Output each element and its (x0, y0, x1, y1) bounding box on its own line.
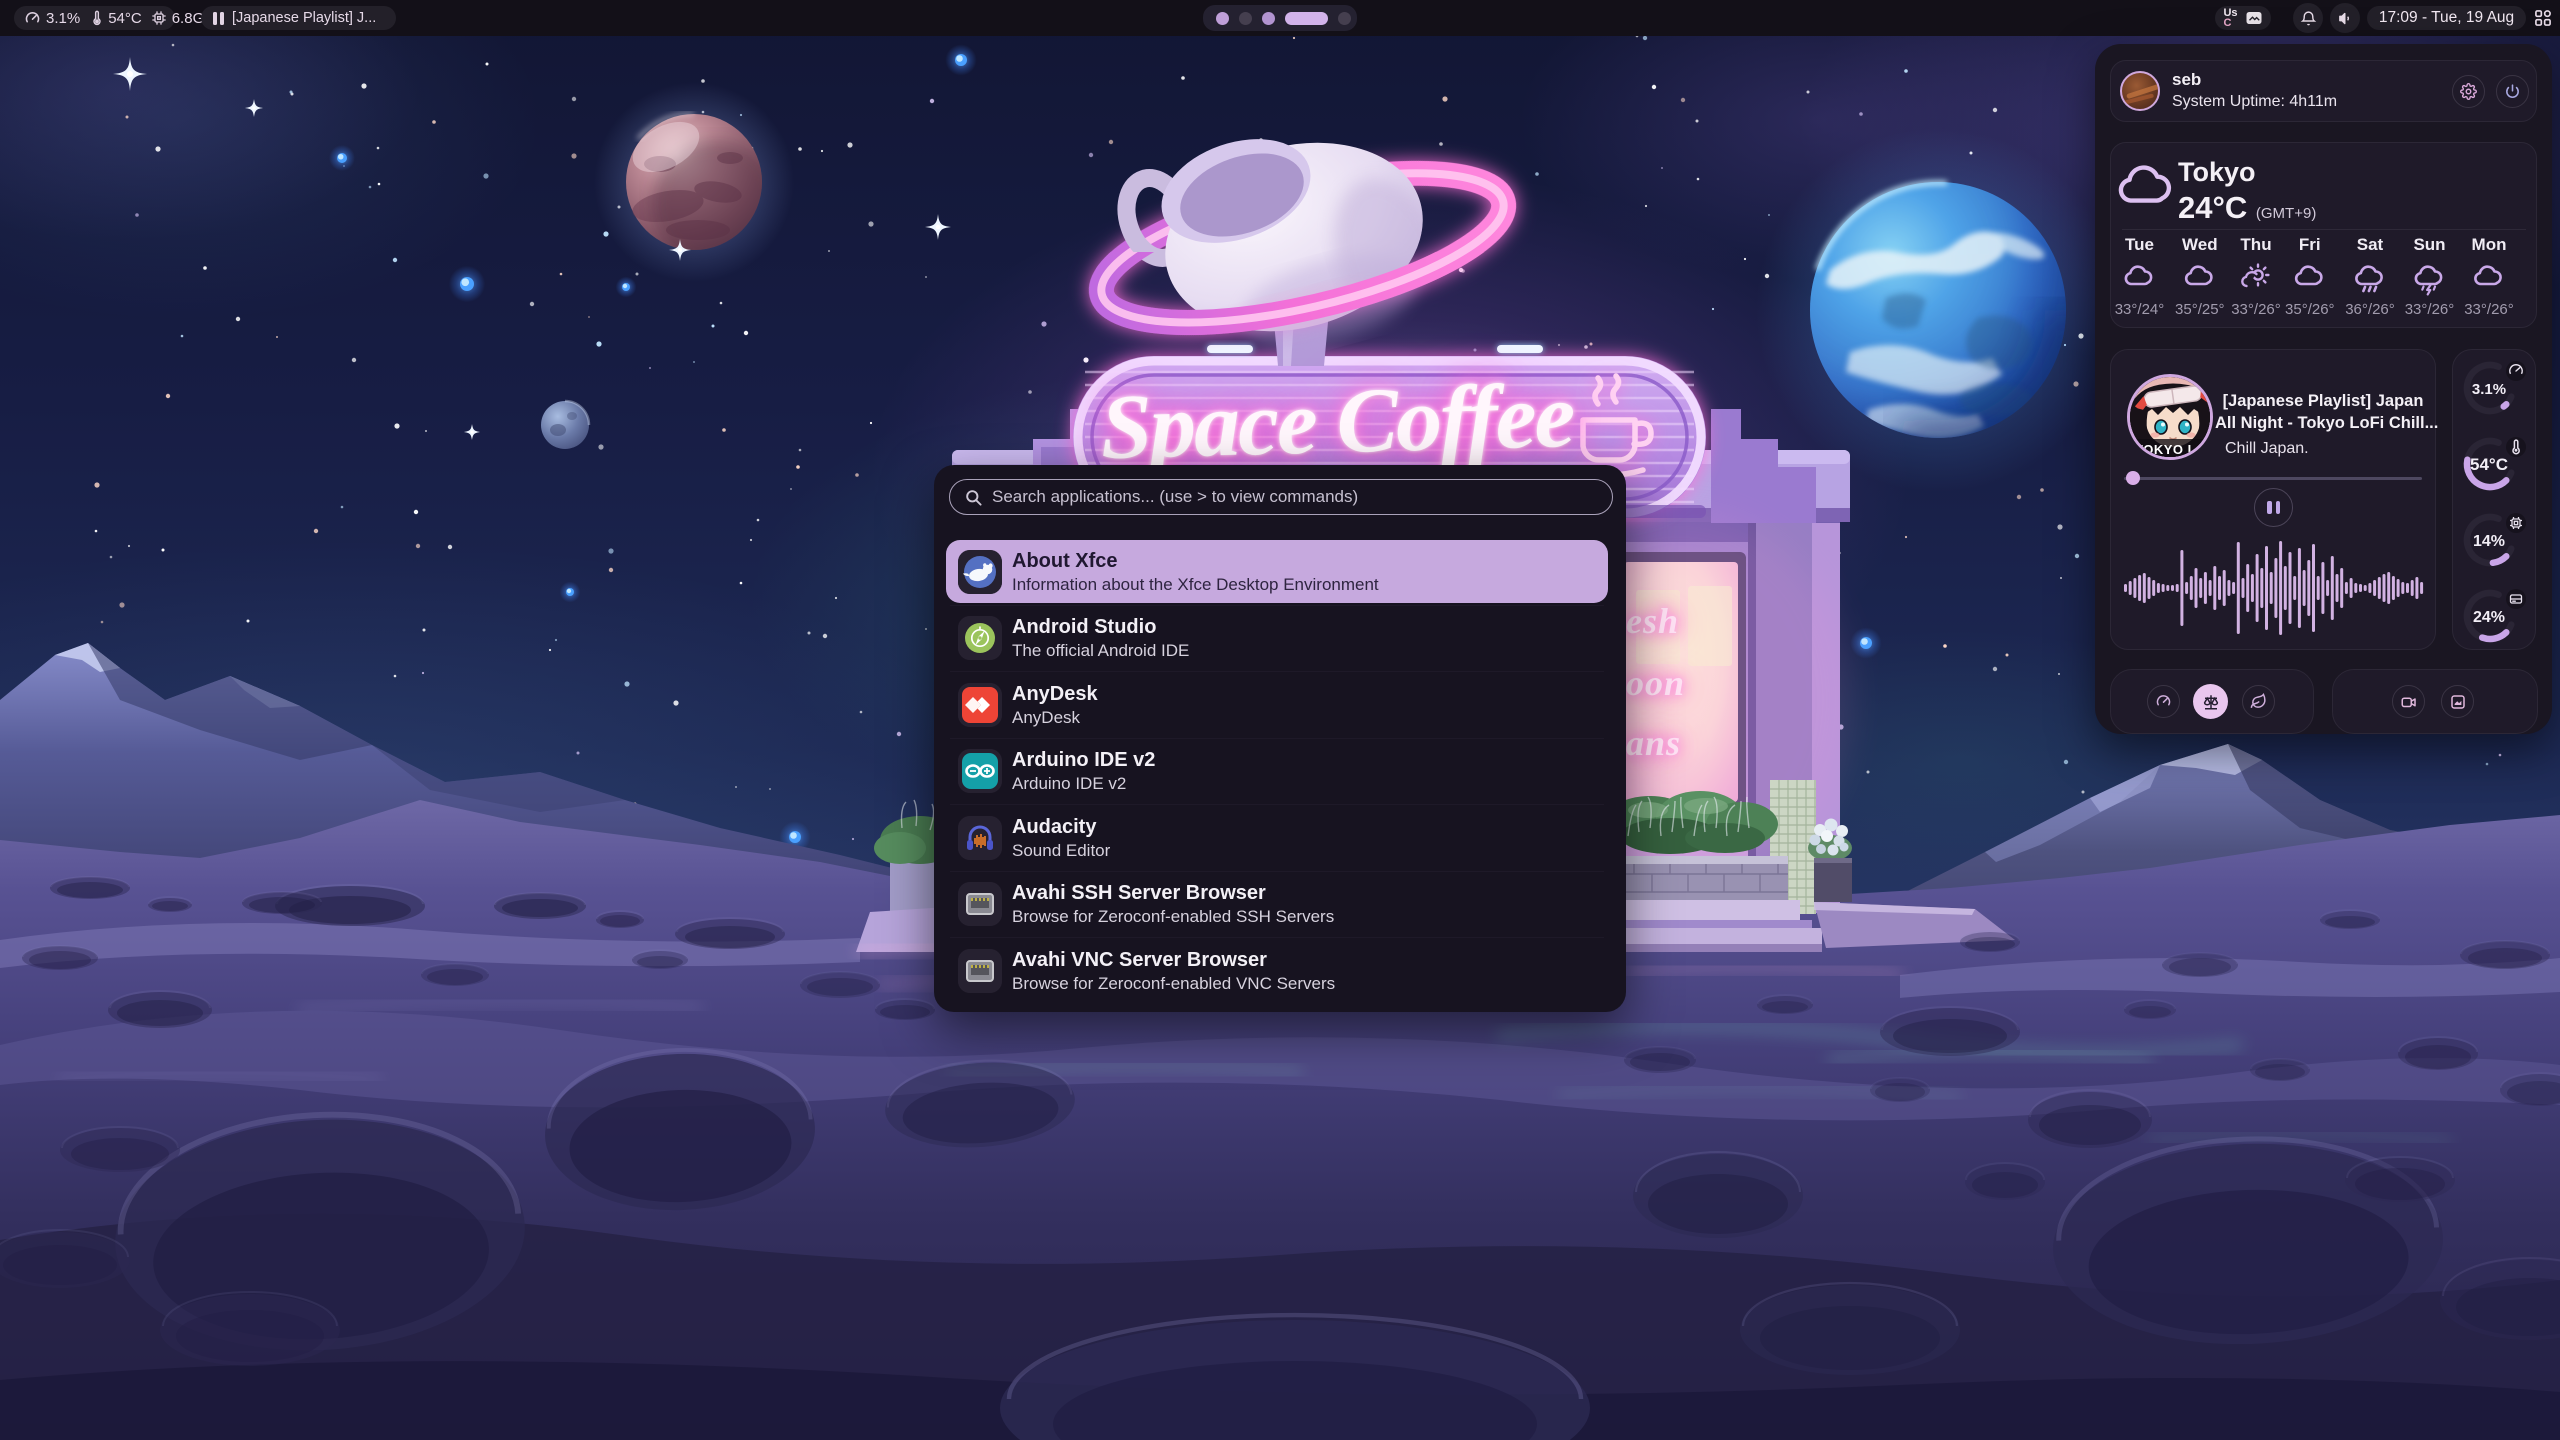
svg-text:Thu: Thu (2240, 235, 2271, 254)
svg-text:Fri: Fri (2299, 235, 2321, 254)
svg-text:3.1%: 3.1% (2472, 381, 2506, 398)
svg-text:Wed: Wed (2182, 235, 2218, 254)
svg-text:24%: 24% (2473, 609, 2505, 626)
svg-text:33°/26°: 33°/26° (2231, 301, 2281, 318)
svg-text:Sat: Sat (2357, 235, 2384, 254)
svg-text:33°/26°: 33°/26° (2464, 301, 2514, 318)
svg-text:33°/24°: 33°/24° (2115, 301, 2165, 318)
svg-text:Sun: Sun (2413, 235, 2445, 254)
svg-text:Tue: Tue (2125, 235, 2154, 254)
svg-text:35°/26°: 35°/26° (2285, 301, 2335, 318)
svg-text:14%: 14% (2473, 533, 2505, 550)
svg-text:35°/25°: 35°/25° (2175, 301, 2225, 318)
svg-text:33°/26°: 33°/26° (2405, 301, 2455, 318)
svg-text:54°C: 54°C (2470, 455, 2508, 474)
svg-text:36°/26°: 36°/26° (2345, 301, 2395, 318)
svg-text:Mon: Mon (2472, 235, 2507, 254)
